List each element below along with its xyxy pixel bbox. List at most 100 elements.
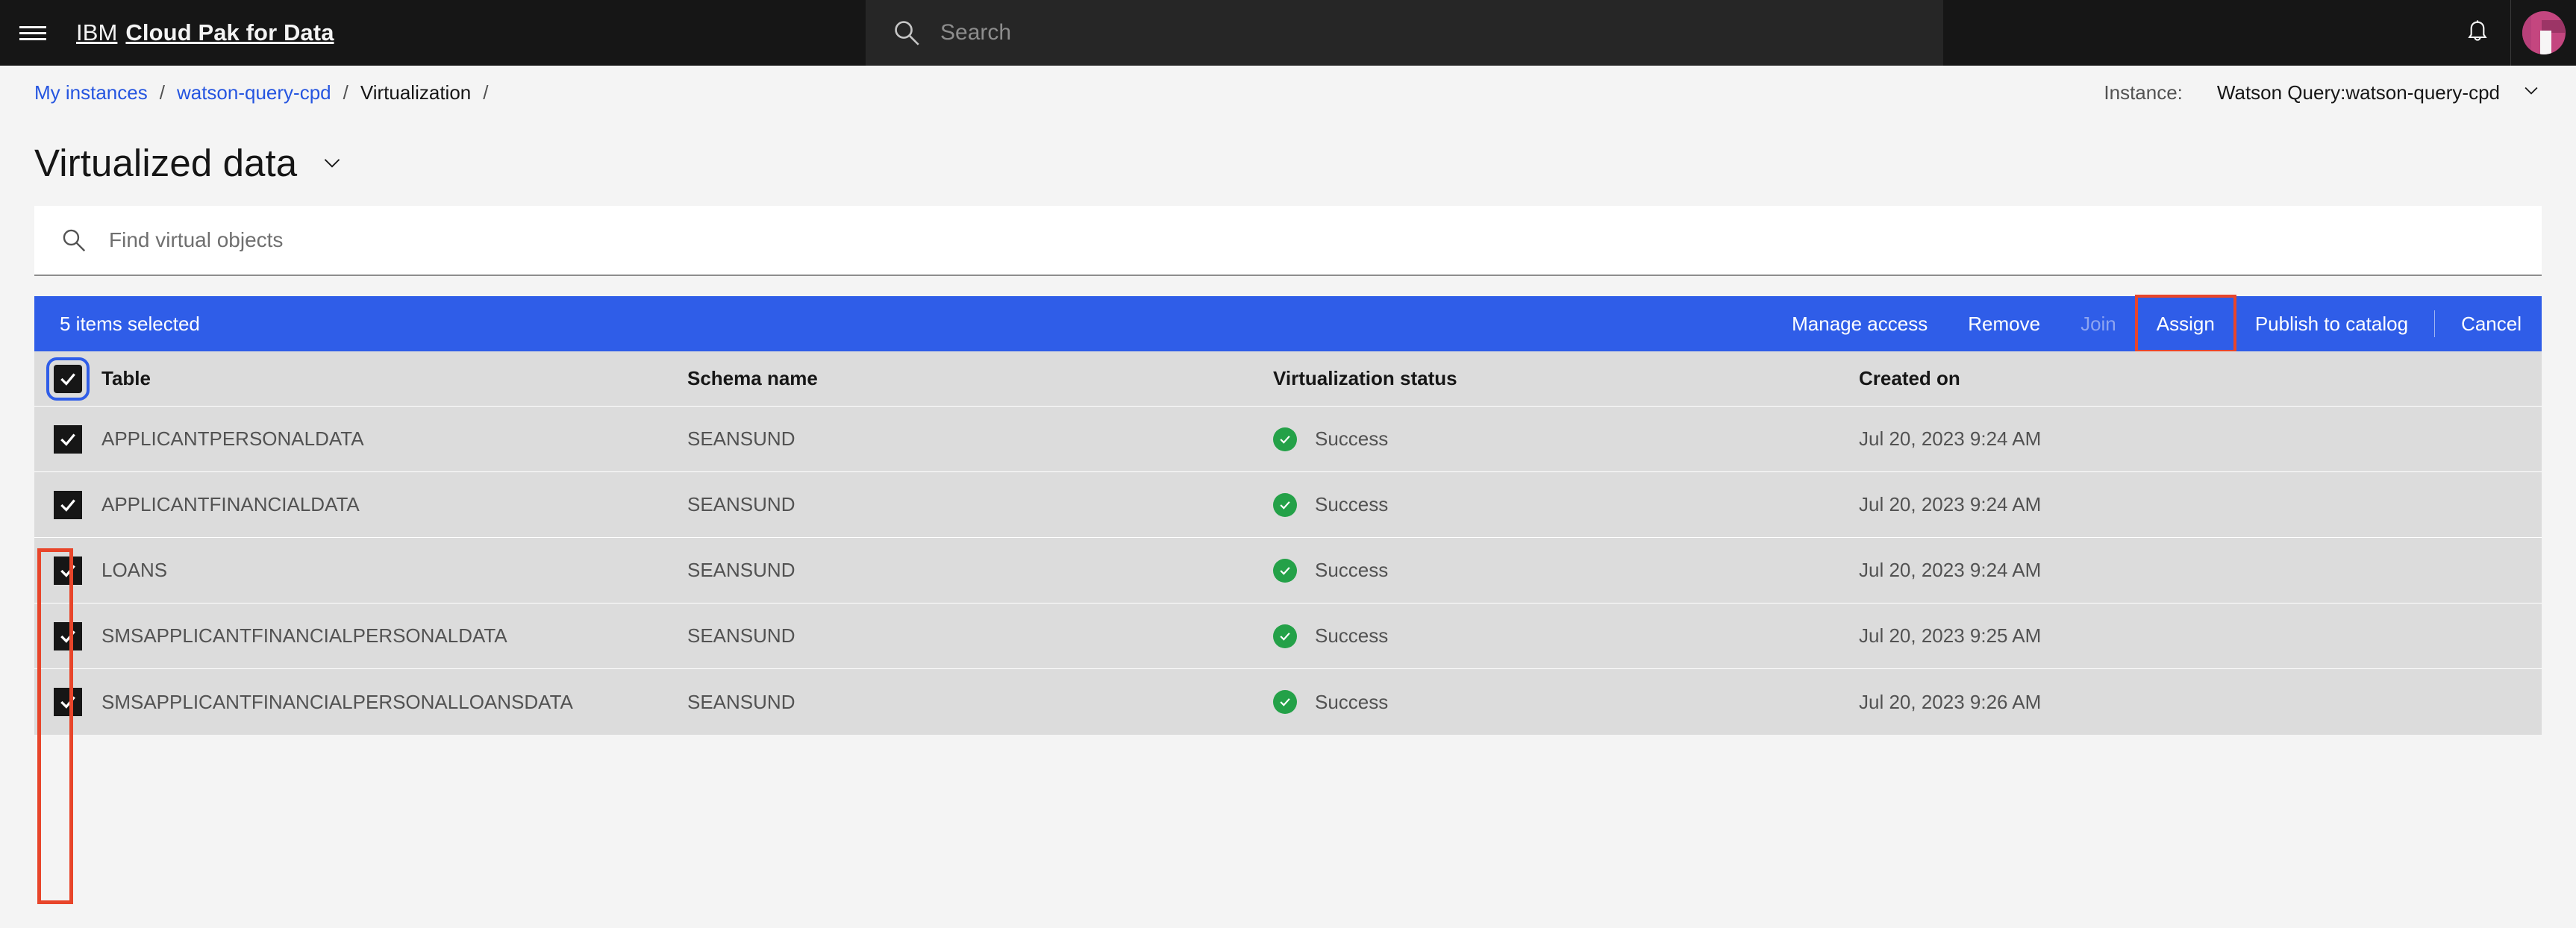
cell-created-on: Jul 20, 2023 9:26 AM — [1859, 690, 2042, 713]
row-checkbox[interactable] — [54, 424, 82, 454]
breadcrumb-item-watson-query-cpd[interactable]: watson-query-cpd — [177, 81, 331, 104]
cell-schema-name: SEANSUND — [687, 559, 795, 581]
breadcrumb: My instances / watson-query-cpd / Virtua… — [34, 81, 500, 104]
cell-created-on: Jul 20, 2023 9:24 AM — [1859, 493, 2042, 515]
search-icon — [60, 226, 88, 254]
user-avatar[interactable] — [2510, 0, 2576, 66]
action-divider — [2434, 310, 2436, 337]
row-checkbox[interactable] — [54, 490, 82, 519]
instance-label: Instance: — [2104, 81, 2183, 104]
avatar-image — [2522, 11, 2566, 54]
brand-prefix: IBM — [76, 19, 118, 46]
cell-created-on: Jul 20, 2023 9:25 AM — [1859, 624, 2042, 647]
cell-schema-name: SEANSUND — [687, 690, 795, 713]
brand-name: Cloud Pak for Data — [125, 19, 334, 46]
breadcrumb-separator: / — [159, 81, 165, 104]
status-label: Success — [1315, 559, 1389, 581]
success-check-icon — [1273, 624, 1297, 648]
hamburger-bar — [19, 37, 46, 40]
row-checkbox[interactable] — [54, 556, 82, 585]
cell-table-name: LOANS — [101, 559, 168, 581]
search-icon — [891, 17, 922, 48]
row-select-cell — [34, 688, 101, 716]
success-check-icon — [1273, 492, 1297, 517]
page-title-row: Virtualized data — [0, 119, 2576, 206]
main-content: Find virtual objects 5 items selected Ma… — [0, 206, 2576, 735]
instance-value: Watson Query:watson-query-cpd — [2216, 81, 2500, 104]
table-row[interactable]: APPLICANTPERSONALDATA SEANSUND Success J… — [34, 407, 2542, 472]
cell-table-name: APPLICANTFINANCIALDATA — [101, 493, 360, 515]
table-header-row: Table Schema name Virtualization status … — [34, 351, 2542, 407]
batch-actions: Manage access Remove Join Assign Publish… — [1772, 295, 2542, 353]
row-select-cell — [34, 556, 101, 585]
cell-schema-name: SEANSUND — [687, 624, 795, 647]
cell-virtualization-status: Success — [1273, 492, 1859, 517]
status-label: Success — [1315, 624, 1389, 647]
column-header-schema-name[interactable]: Schema name — [687, 367, 1273, 390]
status-label: Success — [1315, 690, 1389, 713]
avatar-shape — [2522, 11, 2532, 54]
row-select-cell — [34, 621, 101, 650]
table-row[interactable]: SMSAPPLICANTFINANCIALPERSONALDATA SEANSU… — [34, 603, 2542, 669]
brand-link[interactable]: IBM Cloud Pak for Data — [66, 0, 334, 66]
cell-table-name: SMSAPPLICANTFINANCIALPERSONALDATA — [101, 624, 507, 647]
bell-icon[interactable] — [2445, 0, 2510, 66]
table-shell: Table Schema name Virtualization status … — [34, 351, 2542, 735]
table-row[interactable]: LOANS SEANSUND Success Jul 20, 2023 9:24… — [34, 538, 2542, 603]
hamburger-bar — [19, 31, 46, 34]
row-checkbox[interactable] — [54, 688, 82, 716]
page-title-chevron-down-icon[interactable] — [319, 150, 345, 175]
cell-created-on: Jul 20, 2023 9:24 AM — [1859, 427, 2042, 450]
batch-action-bar: 5 items selected Manage access Remove Jo… — [34, 295, 2542, 353]
column-header-table[interactable]: Table — [101, 367, 687, 390]
column-header-created-on[interactable]: Created on — [1859, 367, 2542, 390]
table-row[interactable]: SMSAPPLICANTFINANCIALPERSONALLOANSDATA S… — [34, 669, 2542, 735]
cell-virtualization-status: Success — [1273, 690, 1859, 714]
publish-to-catalog-button[interactable]: Publish to catalog — [2235, 296, 2428, 351]
success-check-icon — [1273, 427, 1297, 451]
select-all-checkbox[interactable] — [46, 357, 90, 401]
find-virtual-objects-input[interactable]: Find virtual objects — [34, 206, 2542, 276]
manage-access-button[interactable]: Manage access — [1772, 296, 1948, 351]
virtualized-data-table: Table Schema name Virtualization status … — [34, 351, 2542, 735]
success-check-icon — [1273, 558, 1297, 583]
row-select-cell — [34, 424, 101, 454]
select-all-cell — [34, 357, 101, 401]
avatar-shape — [2539, 31, 2551, 54]
cell-table-name: SMSAPPLICANTFINANCIALPERSONALLOANSDATA — [101, 690, 573, 713]
join-button: Join — [2081, 312, 2116, 335]
cell-virtualization-status: Success — [1273, 427, 1859, 451]
cell-virtualization-status: Success — [1273, 624, 1859, 648]
row-select-cell — [34, 490, 101, 519]
table-row[interactable]: APPLICANTFINANCIALDATA SEANSUND Success … — [34, 472, 2542, 538]
cell-created-on: Jul 20, 2023 9:24 AM — [1859, 559, 2042, 581]
global-header: IBM Cloud Pak for Data Search — [0, 0, 2576, 66]
breadcrumb-separator-trailing: / — [483, 81, 489, 104]
breadcrumb-item-virtualization: Virtualization — [360, 81, 472, 104]
status-label: Success — [1315, 427, 1389, 450]
breadcrumb-item-my-instances[interactable]: My instances — [34, 81, 148, 104]
cell-schema-name: SEANSUND — [687, 427, 795, 450]
cancel-button[interactable]: Cancel — [2441, 296, 2542, 351]
remove-button[interactable]: Remove — [1948, 296, 2060, 351]
cell-virtualization-status: Success — [1273, 558, 1859, 583]
breadcrumb-bar: My instances / watson-query-cpd / Virtua… — [0, 66, 2576, 119]
cell-schema-name: SEANSUND — [687, 493, 795, 515]
row-checkbox[interactable] — [54, 621, 82, 650]
chevron-down-icon[interactable] — [2521, 80, 2542, 106]
page-title: Virtualized data — [34, 141, 298, 184]
column-header-virtualization-status[interactable]: Virtualization status — [1273, 367, 1859, 390]
success-check-icon — [1273, 690, 1297, 714]
instance-selector[interactable]: Instance: Watson Query:watson-query-cpd — [2104, 66, 2542, 119]
hamburger-menu-icon[interactable] — [0, 0, 66, 66]
breadcrumb-separator: / — [343, 81, 348, 104]
global-search-input[interactable]: Search — [866, 0, 1943, 66]
find-virtual-objects-placeholder: Find virtual objects — [109, 228, 284, 251]
assign-button[interactable]: Assign — [2134, 295, 2236, 353]
cell-table-name: APPLICANTPERSONALDATA — [101, 427, 364, 450]
global-search-placeholder: Search — [940, 20, 1012, 45]
header-actions — [2445, 0, 2576, 66]
hamburger-bar — [19, 25, 46, 28]
status-label: Success — [1315, 493, 1389, 515]
selected-count-label: 5 items selected — [60, 312, 200, 335]
